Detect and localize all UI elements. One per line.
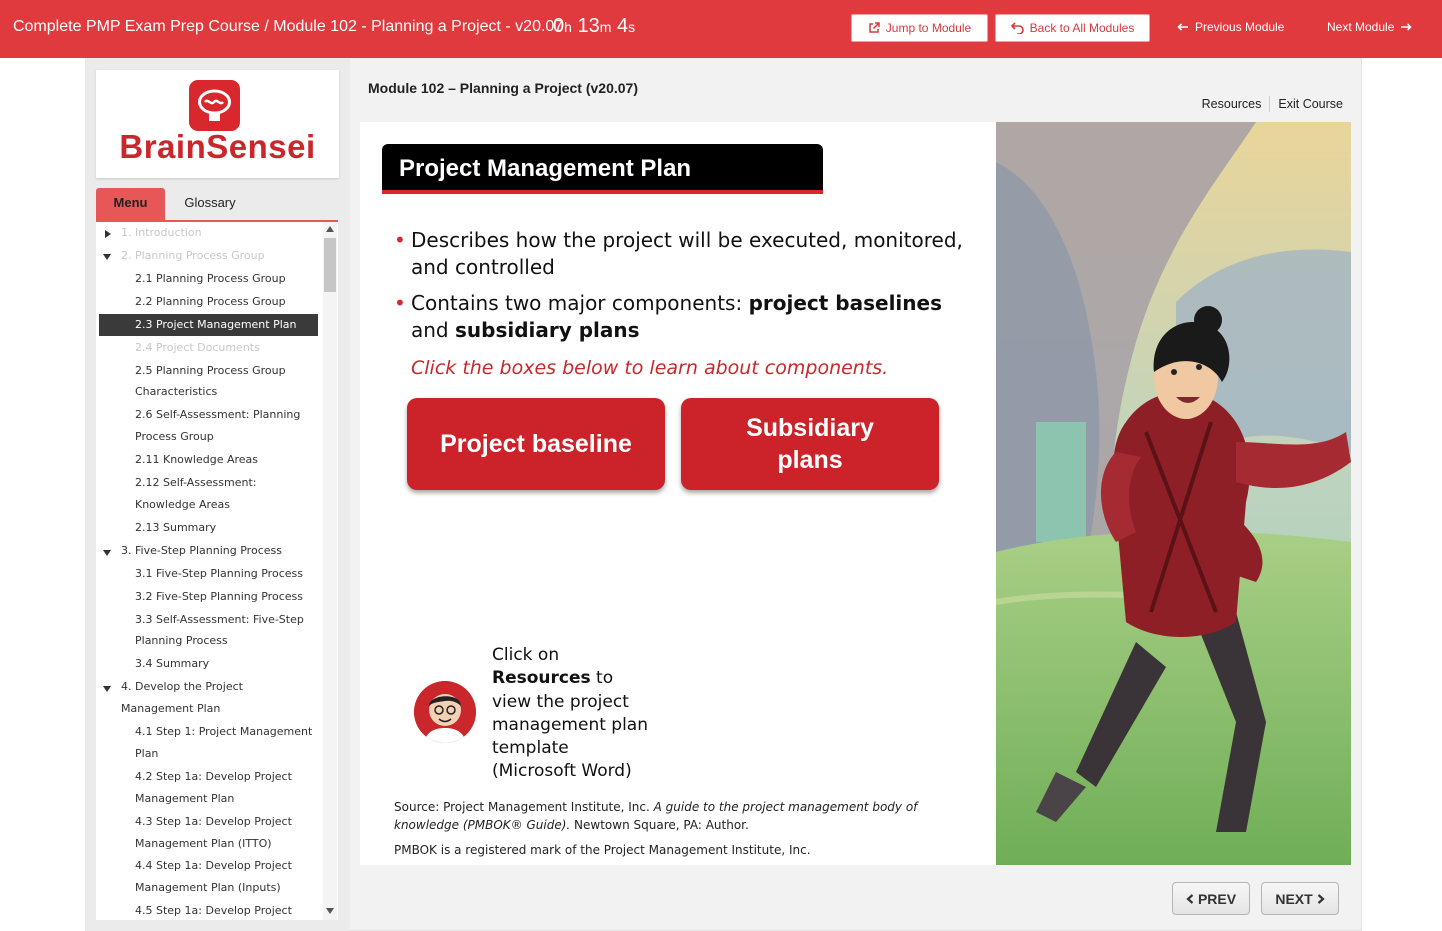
- resources-link[interactable]: Resources: [1202, 97, 1262, 111]
- instruction-text: Click the boxes below to learn about com…: [411, 357, 889, 379]
- menu-item[interactable]: 3. Five-Step Planning Process: [121, 540, 282, 562]
- menu-item[interactable]: 3.4 Summary: [135, 653, 209, 675]
- external-link-icon: [869, 22, 880, 33]
- caret-right-icon[interactable]: [105, 230, 111, 238]
- menu-item[interactable]: 4.5 Step 1a: Develop Project: [135, 900, 292, 920]
- undo-arrow-icon: [1010, 22, 1024, 34]
- menu-item-active[interactable]: 2.3 Project Management Plan: [99, 314, 318, 336]
- menu-item[interactable]: 2. Planning Process Group: [121, 245, 265, 267]
- menu-item[interactable]: 1. Introduction: [121, 222, 202, 244]
- menu-item-line2[interactable]: Management Plan (Inputs): [135, 877, 281, 899]
- menu-item[interactable]: 3.1 Five-Step Planning Process: [135, 563, 303, 585]
- menu-item[interactable]: 4.2 Step 1a: Develop Project: [135, 766, 292, 788]
- trademark-note: PMBOK is a registered mark of the Projec…: [394, 843, 811, 857]
- logo-wordmark: BrainSensei: [119, 128, 316, 165]
- menu-item[interactable]: 4. Develop the Project: [121, 676, 243, 698]
- menu-item[interactable]: 4.3 Step 1a: Develop Project: [135, 811, 292, 833]
- instructor-avatar: [414, 681, 476, 743]
- bullet-dot-icon: •: [394, 228, 406, 252]
- chevron-right-icon: [1317, 893, 1325, 904]
- brand-logo: BrainSensei: [96, 70, 339, 178]
- scroll-down-icon[interactable]: [326, 908, 334, 914]
- menu-item[interactable]: 2.11 Knowledge Areas: [135, 449, 258, 471]
- menu-item-line2[interactable]: Management Plan (ITTO): [135, 833, 272, 855]
- menu-item-line2[interactable]: Planning Process: [135, 630, 228, 652]
- menu-item[interactable]: 3.3 Self-Assessment: Five-Step: [135, 609, 304, 631]
- menu-item[interactable]: 4.1 Step 1: Project Management: [135, 721, 312, 743]
- elapsed-timer: 0h 13m 4s: [553, 15, 636, 37]
- exit-course-link[interactable]: Exit Course: [1278, 97, 1343, 111]
- next-module-link[interactable]: Next Module: [1327, 20, 1413, 34]
- menu-item-line2[interactable]: Characteristics: [135, 381, 217, 403]
- menu-item[interactable]: 2.6 Self-Assessment: Planning: [135, 404, 300, 426]
- subsidiary-plans-button[interactable]: Subsidiary plans: [681, 398, 939, 490]
- caret-down-icon[interactable]: [103, 254, 111, 260]
- previous-module-link[interactable]: Previous Module: [1177, 20, 1284, 34]
- back-to-all-modules-button[interactable]: Back to All Modules: [995, 14, 1150, 42]
- warrior-illustration: [996, 122, 1351, 865]
- chevron-left-icon: [1186, 893, 1194, 904]
- menu-item-line2[interactable]: Plan: [135, 743, 158, 765]
- menu-item[interactable]: 2.1 Planning Process Group: [135, 268, 286, 290]
- course-menu: 1. Introduction 2. Planning Process Grou…: [96, 220, 338, 920]
- menu-item-line2[interactable]: Management Plan: [135, 788, 234, 810]
- menu-scrollbar[interactable]: [323, 222, 337, 920]
- bullet-dot-icon: •: [394, 291, 406, 315]
- menu-item[interactable]: 2.5 Planning Process Group: [135, 360, 286, 382]
- slide-content: Project Management Plan • Describes how …: [360, 122, 996, 865]
- slide-title: Project Management Plan: [382, 144, 823, 194]
- menu-item-line2[interactable]: Process Group: [135, 426, 214, 448]
- brain-icon: [189, 80, 240, 131]
- jump-to-module-button[interactable]: Jump to Module: [851, 14, 988, 42]
- top-links: Resources Exit Course: [1202, 96, 1343, 112]
- scroll-up-icon[interactable]: [326, 226, 334, 232]
- project-baseline-button[interactable]: Project baseline: [407, 398, 665, 490]
- bullet-item: • Contains two major components: project…: [394, 291, 942, 342]
- arrow-right-icon: [1401, 23, 1413, 31]
- menu-item[interactable]: 4.4 Step 1a: Develop Project: [135, 855, 292, 877]
- module-title: Module 102 – Planning a Project (v20.07): [368, 80, 638, 96]
- tab-menu[interactable]: Menu: [96, 188, 165, 220]
- menu-item[interactable]: 2.4 Project Documents: [135, 337, 260, 359]
- menu-item-line2[interactable]: Management Plan: [121, 698, 220, 720]
- prev-button[interactable]: PREV: [1172, 882, 1250, 915]
- tab-glossary[interactable]: Glossary: [170, 188, 250, 220]
- scroll-thumb[interactable]: [324, 238, 336, 292]
- resources-tip: Click on Resources to view the project m…: [492, 645, 648, 782]
- menu-item[interactable]: 2.13 Summary: [135, 517, 216, 539]
- arrow-left-icon: [1177, 23, 1188, 31]
- menu-item[interactable]: 3.2 Five-Step Planning Process: [135, 586, 303, 608]
- bullet-item: • Describes how the project will be exec…: [394, 228, 963, 279]
- course-title: Complete PMP Exam Prep Course / Module 1…: [13, 18, 564, 35]
- next-button[interactable]: NEXT: [1261, 882, 1339, 915]
- menu-item-line2[interactable]: Knowledge Areas: [135, 494, 230, 516]
- menu-item[interactable]: 2.12 Self-Assessment:: [135, 472, 256, 494]
- link-divider: [1269, 96, 1271, 112]
- source-citation: Source: Project Management Institute, In…: [394, 800, 918, 832]
- caret-down-icon[interactable]: [103, 550, 111, 556]
- menu-item[interactable]: 2.2 Planning Process Group: [135, 291, 286, 313]
- top-bar: Complete PMP Exam Prep Course / Module 1…: [0, 0, 1442, 58]
- caret-down-icon[interactable]: [103, 686, 111, 692]
